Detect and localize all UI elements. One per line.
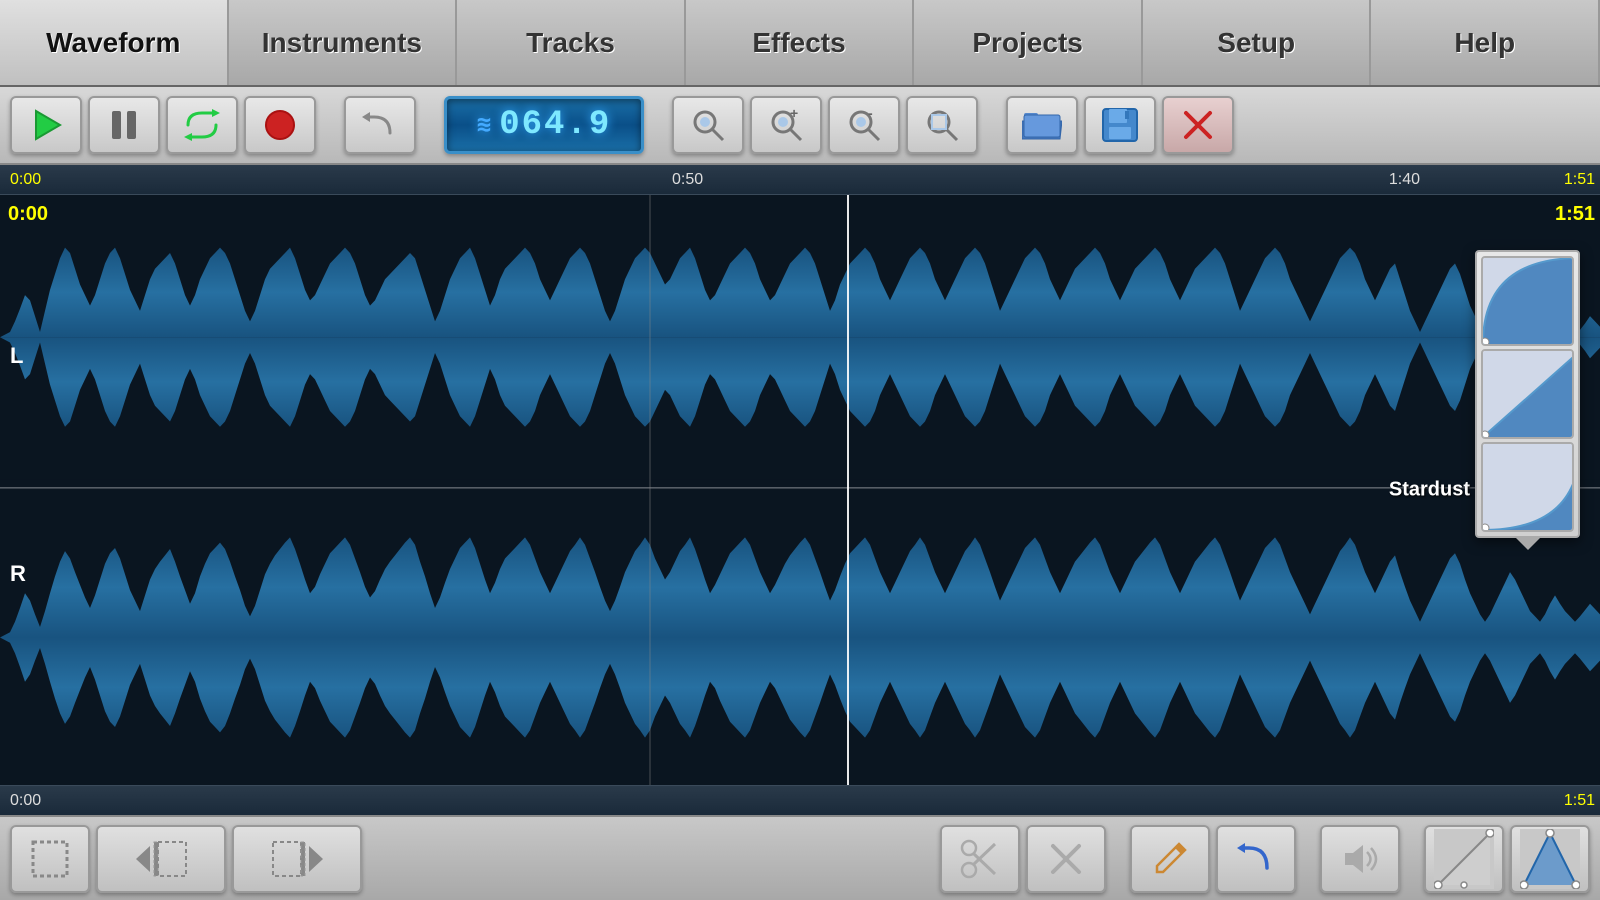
fade-triangle-bottom-button[interactable] [1510,825,1590,893]
popup-arrow [1516,538,1540,550]
speaker-button[interactable] [1320,825,1400,893]
zoom-fit-button[interactable] [906,96,978,154]
edit-button[interactable] [1130,825,1210,893]
timeline-ruler-bottom: 0:00 1:51 [0,785,1600,815]
cut-button[interactable] [940,825,1020,893]
tab-tracks[interactable]: Tracks [457,0,686,85]
loop-button[interactable] [166,96,238,154]
right-channel-label: R [10,561,26,587]
time-value: 064.9 [499,106,611,144]
tab-effects[interactable]: Effects [686,0,915,85]
undo-bottom-button[interactable] [1216,825,1296,893]
stardust-label: Stardust [1389,479,1470,502]
record-button[interactable] [244,96,316,154]
popup-panel [1475,250,1580,538]
undo-button[interactable] [344,96,416,154]
waveform-section: 0:00 0:50 1:40 1:51 0:00 1:51 L R Stardu… [0,165,1600,815]
tab-setup[interactable]: Setup [1143,0,1372,85]
fade-linear-item[interactable] [1481,349,1574,439]
waveform-icon: ≋ [477,110,493,140]
select-button[interactable] [10,825,90,893]
waveform-svg [0,195,1600,785]
ruler-bottom-start: 0:00 [10,792,41,810]
tab-help[interactable]: Help [1371,0,1600,85]
ruler-end-right: 1:51 [1564,171,1595,189]
delete-button[interactable] [1026,825,1106,893]
tab-instruments[interactable]: Instruments [229,0,458,85]
tab-waveform[interactable]: Waveform [0,0,229,85]
nav-tabs: Waveform Instruments Tracks Effects Proj… [0,0,1600,87]
ruler-end-top: 1:40 [1389,171,1420,189]
zoom-out-button[interactable]: - [828,96,900,154]
trim-right-button[interactable] [232,825,362,893]
waveform-display[interactable]: 0:00 1:51 L R Stardust [0,195,1600,785]
ruler-bottom-end: 1:51 [1564,792,1595,810]
fade-exp-item[interactable] [1481,442,1574,532]
svg-text:+: + [790,107,798,121]
close-button[interactable] [1162,96,1234,154]
fade-curved-item[interactable] [1481,256,1574,346]
zoom-in-button[interactable]: + [750,96,822,154]
zoom-normal-button[interactable] [672,96,744,154]
play-button[interactable] [10,96,82,154]
svg-text:-: - [868,107,873,121]
toolbar: ≋ 064.9 + - [0,87,1600,165]
fade-linear-bottom-button[interactable] [1424,825,1504,893]
waveform-end-label: 1:51 [1555,203,1595,226]
left-channel-label: L [10,343,23,369]
save-button[interactable] [1084,96,1156,154]
open-button[interactable] [1006,96,1078,154]
ruler-start: 0:00 [10,171,41,189]
timeline-ruler-top: 0:00 0:50 1:40 1:51 [0,165,1600,195]
time-display: ≋ 064.9 [444,96,644,154]
waveform-start-label: 0:00 [8,203,48,226]
bottom-toolbar [0,815,1600,900]
tab-projects[interactable]: Projects [914,0,1143,85]
pause-button[interactable] [88,96,160,154]
trim-left-button[interactable] [96,825,226,893]
ruler-mid: 0:50 [672,171,703,189]
main-content: ≋ 064.9 + - [0,87,1600,900]
